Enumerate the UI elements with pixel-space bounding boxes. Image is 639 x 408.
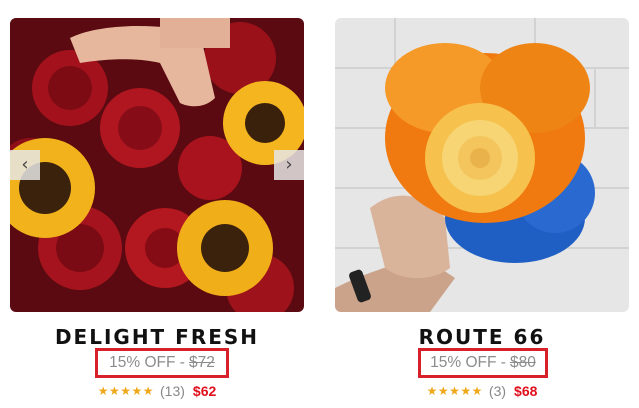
discount-offer-box: 15% OFF - $72 bbox=[95, 348, 229, 378]
chevron-left-icon: ‹ bbox=[21, 154, 29, 175]
carousel-prev-button[interactable]: ‹ bbox=[10, 150, 40, 180]
product-image[interactable] bbox=[10, 18, 304, 312]
rainbow-rose-image bbox=[335, 18, 629, 312]
sale-price: $68 bbox=[514, 383, 538, 399]
rating-row: ★★★★★ (13) $62 bbox=[10, 383, 304, 399]
rating-row: ★★★★★ (3) $68 bbox=[335, 383, 629, 399]
product-image[interactable] bbox=[335, 18, 629, 312]
star-rating-icon: ★★★★★ bbox=[426, 384, 483, 398]
star-rating-icon: ★★★★★ bbox=[97, 384, 155, 398]
offer-label: 15% OFF - bbox=[109, 354, 185, 371]
chevron-right-icon: › bbox=[285, 154, 293, 175]
product-title[interactable]: DELIGHT FRESH bbox=[10, 325, 304, 349]
roses-sunflowers-image bbox=[10, 18, 304, 312]
product-title[interactable]: ROUTE 66 bbox=[335, 325, 629, 349]
review-count[interactable]: (13) bbox=[160, 383, 185, 399]
original-price: $72 bbox=[188, 354, 215, 371]
review-count[interactable]: (3) bbox=[489, 383, 506, 399]
original-price: $80 bbox=[509, 354, 536, 371]
sale-price: $62 bbox=[192, 383, 217, 399]
discount-offer-box: 15% OFF - $80 bbox=[418, 348, 548, 378]
carousel-next-button[interactable]: › bbox=[274, 150, 304, 180]
offer-label: 15% OFF - bbox=[430, 354, 506, 371]
